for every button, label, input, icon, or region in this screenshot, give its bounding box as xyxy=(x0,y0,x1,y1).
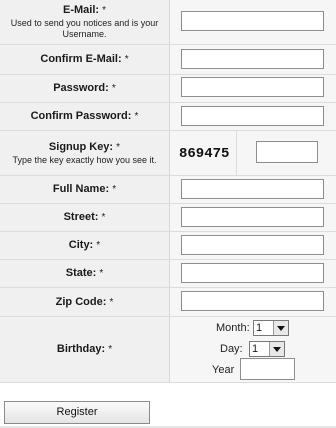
state-label: State: xyxy=(65,267,97,279)
street-input[interactable] xyxy=(181,207,324,227)
street-row: Street: * xyxy=(0,204,336,232)
birthday-label-cell: Birthday: * xyxy=(0,317,170,382)
day-select[interactable]: 1 xyxy=(249,341,285,357)
email-input[interactable] xyxy=(181,11,324,31)
year-input[interactable] xyxy=(240,358,295,380)
birthday-label: Birthday: xyxy=(56,343,106,355)
signup-key-row: Signup Key: * Type the key exactly how y… xyxy=(0,131,336,176)
city-label-cell: City: * xyxy=(0,232,170,259)
required-mark: * xyxy=(102,5,107,16)
password-label-cell: Password: * xyxy=(0,75,170,102)
full-name-field-cell xyxy=(170,176,336,203)
signup-key-hint: Type the key exactly how you see it. xyxy=(12,154,157,165)
state-field-cell xyxy=(170,260,336,287)
full-name-input[interactable] xyxy=(181,179,324,199)
password-row: Password: * xyxy=(0,75,336,103)
email-label: E-Mail: xyxy=(62,4,100,16)
chevron-down-icon xyxy=(273,321,288,335)
required-mark: * xyxy=(112,184,117,195)
required-mark: * xyxy=(134,111,139,122)
city-field-cell xyxy=(170,232,336,259)
city-label: City: xyxy=(68,239,94,251)
password-field-cell xyxy=(170,75,336,102)
email-field-cell xyxy=(170,0,336,44)
full-name-row: Full Name: * xyxy=(0,176,336,204)
required-mark: * xyxy=(108,344,113,355)
confirm-email-row: Confirm E-Mail: * xyxy=(0,45,336,75)
day-value: 1 xyxy=(252,343,259,355)
state-label-cell: State: * xyxy=(0,260,170,287)
month-select[interactable]: 1 xyxy=(253,320,289,336)
email-row: E-Mail: * Used to send you notices and i… xyxy=(0,0,336,45)
confirm-password-field-cell xyxy=(170,103,336,130)
zip-code-field-cell xyxy=(170,288,336,316)
confirm-password-label-cell: Confirm Password: * xyxy=(0,103,170,130)
required-mark: * xyxy=(116,141,121,153)
zip-code-input[interactable] xyxy=(181,291,324,311)
confirm-email-label-cell: Confirm E-Mail: * xyxy=(0,45,170,74)
confirm-email-input[interactable] xyxy=(181,49,324,69)
captcha-image: 869475 xyxy=(179,146,230,162)
password-input[interactable] xyxy=(181,77,324,97)
email-label-cell: E-Mail: * Used to send you notices and i… xyxy=(0,0,170,44)
captcha-cell: 869475 xyxy=(170,131,237,175)
street-label-cell: Street: * xyxy=(0,204,170,231)
city-row: City: * xyxy=(0,232,336,260)
chevron-down-icon xyxy=(269,342,284,356)
password-label: Password: xyxy=(53,82,109,94)
city-input[interactable] xyxy=(181,235,324,255)
signup-key-label: Signup Key: xyxy=(48,140,114,153)
street-label: Street: xyxy=(63,211,99,223)
signup-key-field-cell xyxy=(237,131,336,175)
required-mark: * xyxy=(111,83,116,94)
year-label: Year xyxy=(212,364,235,376)
birthday-field-cell: Month: 1 Day: 1 Year xyxy=(170,317,336,382)
required-mark: * xyxy=(101,212,106,223)
signup-key-input[interactable] xyxy=(256,141,318,163)
full-name-label: Full Name: xyxy=(52,183,110,195)
state-row: State: * xyxy=(0,260,336,288)
birthday-row: Birthday: * Month: 1 Day: 1 Year xyxy=(0,317,336,383)
zip-code-row: Zip Code: * xyxy=(0,288,336,317)
state-input[interactable] xyxy=(181,263,324,283)
confirm-password-row: Confirm Password: * xyxy=(0,103,336,131)
month-label: Month: xyxy=(216,322,250,334)
full-name-label-cell: Full Name: * xyxy=(0,176,170,203)
confirm-password-input[interactable] xyxy=(181,106,324,126)
street-field-cell xyxy=(170,204,336,231)
zip-code-label-cell: Zip Code: * xyxy=(0,288,170,316)
month-value: 1 xyxy=(256,322,263,334)
confirm-password-label: Confirm Password: xyxy=(30,110,132,122)
confirm-email-field-cell xyxy=(170,45,336,74)
signup-key-label-cell: Signup Key: * Type the key exactly how y… xyxy=(0,131,170,175)
required-mark: * xyxy=(96,240,101,251)
confirm-email-label: Confirm E-Mail: xyxy=(40,53,122,65)
register-button[interactable]: Register xyxy=(4,401,150,424)
required-mark: * xyxy=(124,54,129,65)
zip-code-label: Zip Code: xyxy=(55,295,107,308)
email-hint: Used to send you notices and is your Use… xyxy=(10,18,159,39)
required-mark: * xyxy=(99,268,104,279)
day-label: Day: xyxy=(220,343,243,355)
required-mark: * xyxy=(109,296,114,308)
